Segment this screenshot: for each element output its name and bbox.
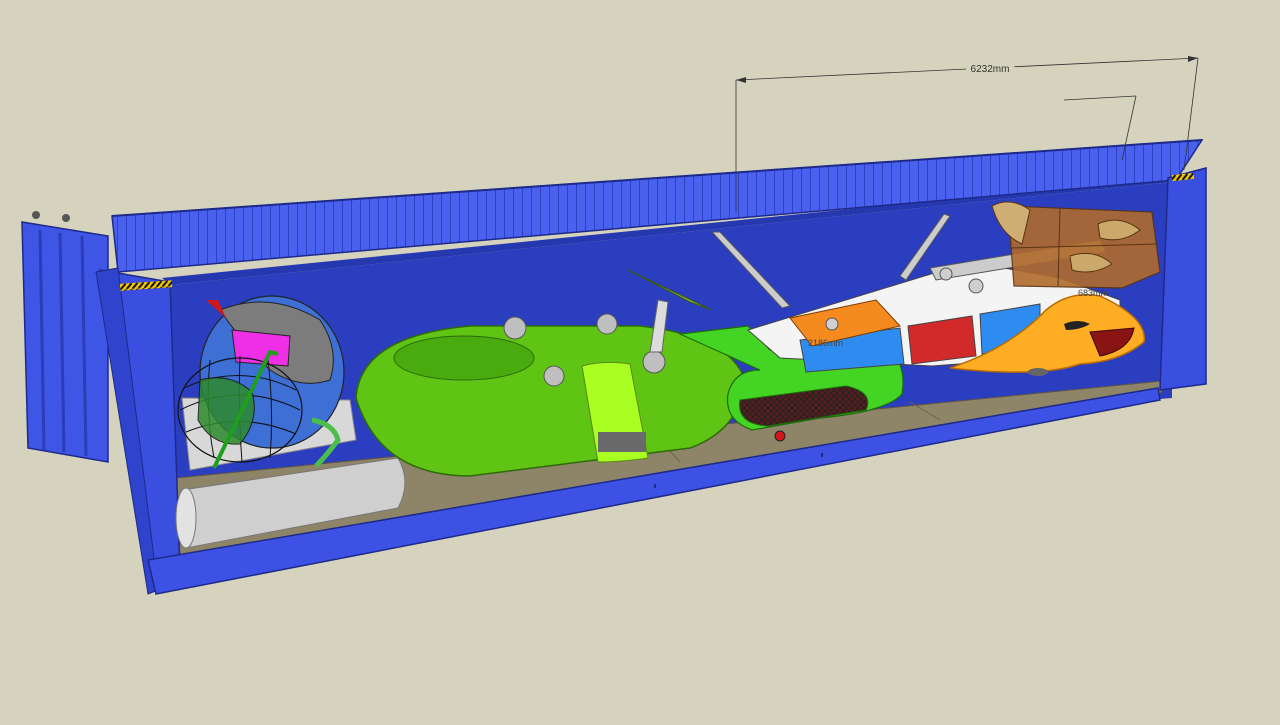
dimension-label-side-a: 2186mm: [808, 338, 843, 348]
container-model-scene: 6232mm 2186mm 683mm: [21, 56, 1207, 595]
wooden-crate: [991, 201, 1161, 289]
dimension-label-side-b: 683mm: [1078, 288, 1108, 298]
dimension-label-top: 6232mm: [971, 64, 1010, 75]
3d-viewport[interactable]: 6232mm 2186mm 683mm: [0, 0, 1280, 720]
container-door: [21, 211, 109, 463]
